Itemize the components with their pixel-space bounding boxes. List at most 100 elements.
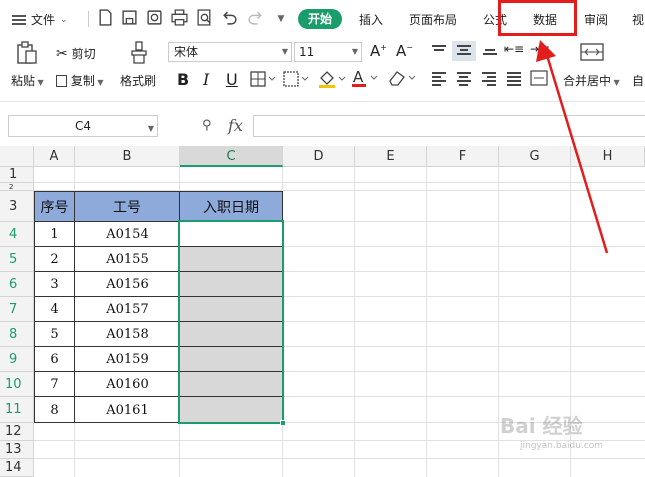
print-icon[interactable]: [170, 9, 188, 27]
tab-start[interactable]: 开始: [298, 9, 342, 29]
wrap-text-icon[interactable]: [580, 43, 604, 61]
table-cell-id[interactable]: A0154: [75, 222, 180, 247]
watermark-url: jingyan.baidu.com: [520, 441, 604, 451]
row-header-11[interactable]: 11: [0, 397, 34, 423]
column-header-b[interactable]: B: [75, 146, 180, 167]
justify-icon[interactable]: [507, 72, 521, 88]
tab-review[interactable]: 审阅: [584, 11, 608, 28]
table-cell-id[interactable]: A0160: [75, 372, 180, 397]
align-left-icon[interactable]: [432, 72, 446, 88]
column-header-f[interactable]: F: [427, 146, 499, 167]
table-header-no[interactable]: 序号: [34, 191, 75, 222]
save-icon[interactable]: [120, 9, 138, 27]
file-menu[interactable]: 文件 ⌄: [12, 11, 68, 28]
table-cell-no[interactable]: 5: [34, 322, 75, 347]
column-header-e[interactable]: E: [355, 146, 427, 167]
print-preview-icon[interactable]: [195, 9, 213, 27]
table-cell-id[interactable]: A0157: [75, 297, 180, 322]
borders-icon[interactable]: [250, 71, 276, 87]
column-header-h[interactable]: H: [571, 146, 645, 167]
align-middle-icon[interactable]: [452, 41, 476, 61]
row-header-4[interactable]: 4: [0, 222, 34, 247]
name-box[interactable]: C4 ▼: [8, 115, 158, 137]
distribute-icon[interactable]: [530, 70, 548, 86]
row-header-5[interactable]: 5: [0, 247, 34, 272]
column-header-d[interactable]: D: [283, 146, 355, 167]
undo-icon[interactable]: [220, 9, 238, 27]
decrease-font-icon[interactable]: A−: [396, 42, 413, 60]
row-header-8[interactable]: 8: [0, 322, 34, 347]
column-header-c[interactable]: C: [180, 146, 283, 167]
tab-insert[interactable]: 插入: [359, 11, 383, 28]
align-right-icon[interactable]: [482, 72, 496, 88]
italic-icon[interactable]: I: [203, 70, 209, 89]
table-cell-id[interactable]: A0158: [75, 322, 180, 347]
format-painter-label[interactable]: 格式刷: [120, 72, 156, 89]
align-center-icon[interactable]: [457, 72, 471, 88]
row-header-7[interactable]: 7: [0, 297, 34, 322]
format-painter-icon[interactable]: [130, 41, 148, 65]
cut-button[interactable]: ✂ 剪切: [56, 45, 96, 62]
table-cell-no[interactable]: 6: [34, 347, 75, 372]
tab-view[interactable]: 视: [632, 11, 644, 28]
clear-format-icon[interactable]: [386, 69, 416, 87]
row-header-6[interactable]: 6: [0, 272, 34, 297]
table-cell-no[interactable]: 1: [34, 222, 75, 247]
more-commands-icon[interactable]: ▼: [274, 12, 288, 26]
formula-input[interactable]: [253, 115, 645, 137]
table-cell-id[interactable]: A0161: [75, 397, 180, 423]
merge-center-button[interactable]: 合并居中 ▼: [563, 72, 620, 89]
font-name-select[interactable]: 宋体 ▼: [168, 42, 292, 62]
row-header-10[interactable]: 10: [0, 372, 34, 397]
cut-label: 剪切: [71, 47, 96, 61]
chevron-down-icon: ▼: [351, 47, 358, 56]
auto-wrap-label[interactable]: 自: [632, 72, 644, 89]
row-header-14[interactable]: 14: [0, 459, 34, 477]
hamburger-icon: [12, 14, 26, 25]
table-cell-no[interactable]: 7: [34, 372, 75, 397]
name-box-value: C4: [74, 119, 91, 133]
row-header-1[interactable]: 1: [0, 167, 34, 183]
column-header-a[interactable]: A: [34, 146, 75, 167]
chevron-down-icon: ▼: [281, 47, 288, 56]
table-header-id[interactable]: 工号: [74, 191, 180, 222]
copy-button[interactable]: 复制 ▼: [56, 72, 104, 89]
new-document-icon[interactable]: [96, 9, 114, 27]
table-cell-no[interactable]: 3: [34, 272, 75, 297]
redo-icon[interactable]: [246, 9, 264, 27]
tab-page-layout[interactable]: 页面布局: [409, 11, 457, 28]
align-bottom-icon[interactable]: [483, 49, 497, 57]
font-color-icon[interactable]: A: [351, 68, 379, 88]
export-pdf-icon[interactable]: [145, 9, 163, 27]
row-header-9[interactable]: 9: [0, 347, 34, 372]
paste-icon[interactable]: [16, 41, 38, 65]
increase-indent-icon[interactable]: ⇥≡: [530, 42, 550, 56]
align-top-icon[interactable]: [432, 45, 446, 53]
row-header-13[interactable]: 13: [0, 441, 34, 459]
svg-text:A: A: [353, 68, 364, 86]
table-cell-no[interactable]: 8: [34, 397, 75, 423]
fill-color-icon[interactable]: [318, 69, 346, 89]
table-header-date[interactable]: 入职日期: [179, 191, 283, 222]
table-cell-id[interactable]: A0155: [75, 247, 180, 272]
table-cell-id[interactable]: A0156: [75, 272, 180, 297]
table-cell-no[interactable]: 4: [34, 297, 75, 322]
zoom-search-icon[interactable]: ⚲: [202, 118, 212, 133]
column-header-g[interactable]: G: [499, 146, 571, 167]
underline-icon[interactable]: U: [226, 70, 238, 89]
row-header-2[interactable]: 2: [0, 183, 34, 191]
font-size-select[interactable]: 11 ▼: [294, 42, 362, 62]
decrease-indent-icon[interactable]: ⇤≡: [504, 42, 524, 56]
row-header-3[interactable]: 3: [0, 191, 34, 222]
table-cell-no[interactable]: 2: [34, 247, 75, 272]
merge-center-label: 合并居中: [563, 74, 612, 88]
select-all-corner[interactable]: [0, 146, 34, 167]
cell-style-icon[interactable]: [283, 71, 309, 87]
fill-handle[interactable]: [280, 420, 286, 426]
insert-function-icon[interactable]: fx: [228, 116, 243, 135]
paste-button[interactable]: 粘贴 ▼: [11, 72, 44, 89]
increase-font-icon[interactable]: A+: [370, 42, 387, 60]
row-header-12[interactable]: 12: [0, 423, 34, 441]
table-cell-id[interactable]: A0159: [75, 347, 180, 372]
bold-icon[interactable]: B: [177, 70, 189, 89]
